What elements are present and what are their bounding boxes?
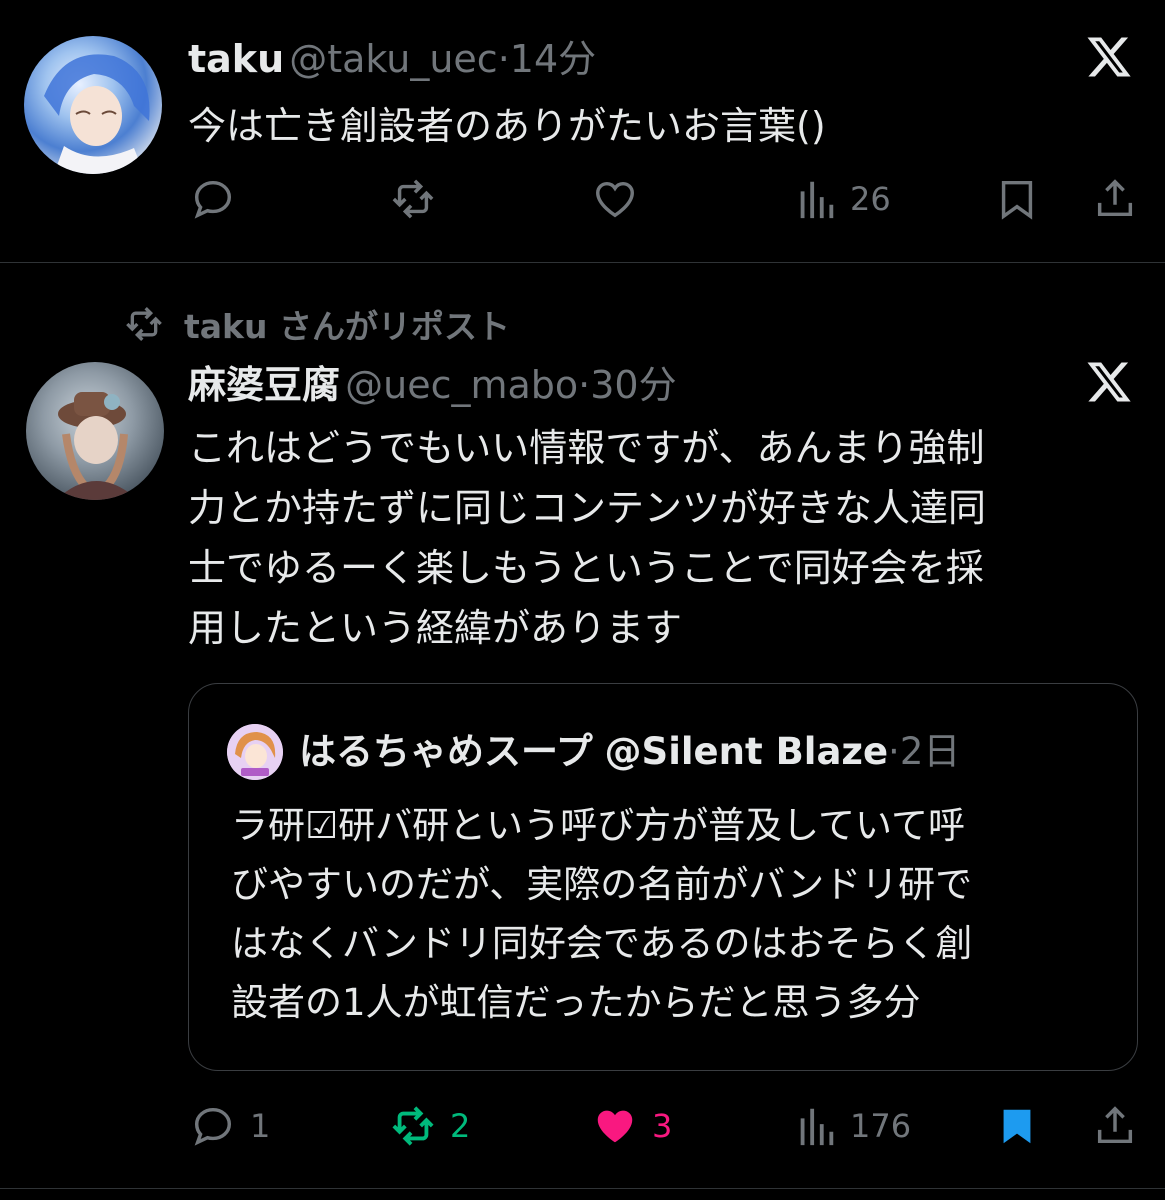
quoted-avatar-art [227,724,283,780]
divider [0,1188,1165,1189]
views-count: 26 [850,180,891,218]
reply-button[interactable] [190,176,236,222]
bookmark-icon [1001,180,1033,220]
handle[interactable]: @taku_uec [289,37,497,81]
reply-icon [194,180,232,219]
display-name[interactable]: taku [188,37,284,81]
display-name[interactable]: 麻婆豆腐 [188,363,340,407]
timestamp[interactable]: 30分 [590,363,676,407]
quoted-display-name: はるちゃめスープ [299,730,593,773]
tweet-text-line: 用したという経緯があります [188,606,683,650]
views-count: 176 [850,1107,912,1145]
like-icon [596,181,634,218]
avatar-art [44,54,150,174]
quoted-avatar [227,724,283,780]
repost-icon [392,1106,434,1146]
like-button[interactable]: 3 [592,1103,672,1149]
quoted-text-line: はなくバンドリ同好会であるのはおそらく創 [231,922,973,965]
avatar-art [56,392,138,500]
quoted-timestamp: 2日 [899,730,961,773]
share-icon [1097,1106,1133,1144]
quoted-text: ラ研☑研バ研という呼び方が普及していて呼 びやすいのだが、実際の名前がバンドリ研… [231,796,1111,1032]
reply-count: 1 [250,1107,271,1145]
quoted-text-line: ラ研☑研バ研という呼び方が普及していて呼 [231,804,965,847]
bookmark-button[interactable] [994,176,1040,222]
separator: · [578,363,591,407]
repost-count: 2 [450,1107,471,1145]
quoted-handle: @Silent Blaze [604,730,889,773]
like-button[interactable] [592,176,638,222]
repost-button[interactable] [390,176,436,222]
repost-banner-label: taku さんがリポスト [184,307,510,346]
share-button[interactable] [1092,1103,1138,1149]
quoted-text-line: びやすいのだが、実際の名前がバンドリ研で [231,863,973,906]
avatar[interactable] [26,362,164,500]
avatar[interactable] [24,36,162,174]
like-count: 3 [652,1107,673,1145]
views-icon [800,181,834,219]
reply-icon [194,1107,232,1146]
bookmark-button[interactable] [994,1103,1040,1149]
tweet-text: これはどうでもいい情報ですが、あんまり強制 力とか持たずに同じコンテンツが好きな… [188,418,1118,658]
x-logo-icon [1087,37,1131,77]
quoted-tweet[interactable]: はるちゃめスープ @Silent Blaze·2日 ラ研☑研バ研という呼び方が普… [188,683,1138,1071]
separator: · [497,37,510,81]
timestamp[interactable]: 14分 [510,37,596,81]
share-button[interactable] [1092,176,1138,222]
tweet-text: 今は亡き創設者のありがたいお言葉() [188,104,826,148]
handle[interactable]: @uec_mabo [345,363,578,407]
reply-button[interactable]: 1 [190,1103,270,1149]
divider [0,262,1165,263]
repost-button[interactable]: 2 [390,1103,470,1149]
like-icon [597,1110,633,1143]
tweet-text-line: これはどうでもいい情報ですが、あんまり強制 [188,426,985,470]
repost-icon [126,306,162,342]
x-logo-icon [1087,362,1131,402]
repost-banner[interactable]: taku さんがリポスト [122,300,510,348]
views-icon [800,1108,834,1146]
views-button[interactable]: 176 [796,1103,911,1149]
tweet-text-line: 士でゆるーく楽しもうということで同好会を採 [188,546,984,590]
repost-icon [392,179,434,219]
tweet-header: 麻婆豆腐 @uec_mabo·30分 [188,362,677,416]
quoted-header: はるちゃめスープ @Silent Blaze·2日 [299,729,960,775]
tweet-header: taku @taku_uec·14分 [188,36,596,90]
views-button[interactable]: 26 [796,176,891,222]
share-icon [1097,179,1133,217]
bookmark-icon [1003,1109,1031,1144]
separator: · [888,730,900,773]
tweet-text-line: 力とか持たずに同じコンテンツが好きな人達同 [188,486,987,530]
quoted-text-line: 設者の1人が虹信だったからだと思う多分 [231,981,921,1024]
